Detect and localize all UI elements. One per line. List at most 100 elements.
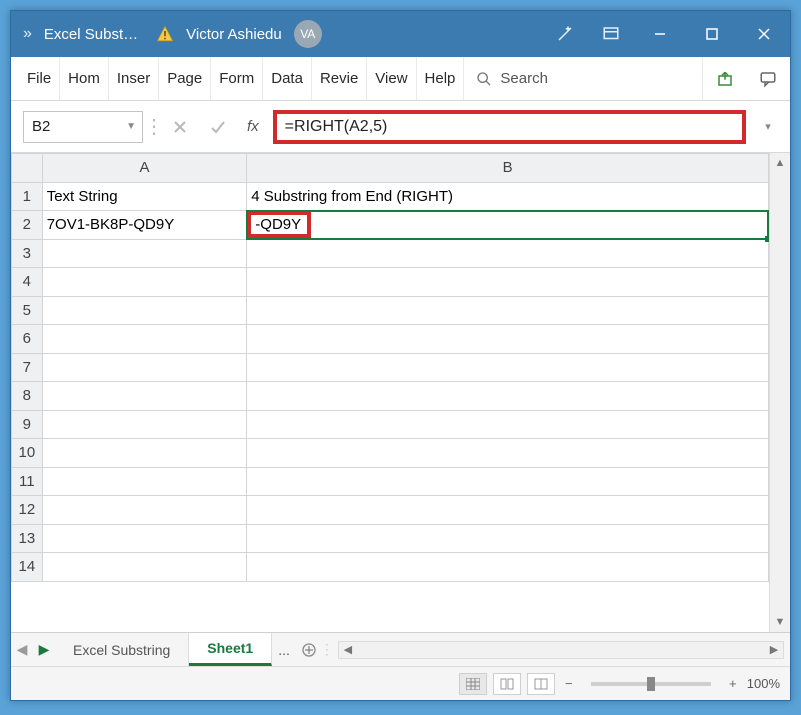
enter-formula-button[interactable] bbox=[203, 111, 233, 143]
row-header-9[interactable]: 9 bbox=[12, 410, 43, 439]
cell-b3[interactable] bbox=[247, 239, 769, 268]
scroll-left-icon[interactable]: ◀ bbox=[339, 643, 357, 656]
menu-home[interactable]: Hom bbox=[60, 57, 109, 100]
row-header-14[interactable]: 14 bbox=[12, 553, 43, 582]
cell-b11[interactable] bbox=[247, 467, 769, 496]
cell-b10[interactable] bbox=[247, 439, 769, 468]
cell-a4[interactable] bbox=[42, 268, 247, 297]
magic-icon[interactable] bbox=[542, 11, 588, 57]
name-box[interactable]: B2 ▼ bbox=[23, 111, 143, 143]
scroll-track[interactable] bbox=[770, 173, 790, 612]
select-all-corner[interactable] bbox=[12, 154, 43, 183]
row-header-10[interactable]: 10 bbox=[12, 439, 43, 468]
page-break-view-button[interactable] bbox=[527, 673, 555, 695]
menu-review[interactable]: Revie bbox=[312, 57, 367, 100]
cell-b14[interactable] bbox=[247, 553, 769, 582]
cell-a2[interactable]: 7OV1-BK8P-QD9Y bbox=[42, 211, 247, 240]
row-header-4[interactable]: 4 bbox=[12, 268, 43, 297]
tab-nav-next[interactable]: ▶ bbox=[33, 641, 55, 658]
user-name[interactable]: Victor Ashiedu bbox=[180, 26, 288, 43]
close-button[interactable] bbox=[738, 11, 790, 57]
cell-a6[interactable] bbox=[42, 325, 247, 354]
user-avatar[interactable]: VA bbox=[294, 20, 322, 48]
sheet-tab-overflow[interactable]: ... bbox=[272, 642, 296, 658]
cell-b8[interactable] bbox=[247, 382, 769, 411]
zoom-slider-thumb[interactable] bbox=[647, 677, 655, 691]
cell-a3[interactable] bbox=[42, 239, 247, 268]
row-header-7[interactable]: 7 bbox=[12, 353, 43, 382]
cell-a12[interactable] bbox=[42, 496, 247, 525]
cell-b9[interactable] bbox=[247, 410, 769, 439]
cell-b13[interactable] bbox=[247, 524, 769, 553]
cell-a13[interactable] bbox=[42, 524, 247, 553]
zoom-level[interactable]: 100% bbox=[747, 676, 780, 691]
row-header-13[interactable]: 13 bbox=[12, 524, 43, 553]
zoom-out-button[interactable]: − bbox=[561, 676, 577, 691]
tab-nav-prev[interactable]: ◀ bbox=[11, 641, 33, 658]
row-header-5[interactable]: 5 bbox=[12, 296, 43, 325]
menu-view[interactable]: View bbox=[367, 57, 416, 100]
menu-data[interactable]: Data bbox=[263, 57, 312, 100]
page-layout-view-button[interactable] bbox=[493, 673, 521, 695]
maximize-button[interactable] bbox=[686, 11, 738, 57]
normal-view-button[interactable] bbox=[459, 673, 487, 695]
zoom-in-button[interactable]: + bbox=[725, 676, 741, 691]
row-header-6[interactable]: 6 bbox=[12, 325, 43, 354]
cell-a8[interactable] bbox=[42, 382, 247, 411]
expand-formula-bar-icon[interactable]: ▾ bbox=[758, 120, 778, 133]
cell-a14[interactable] bbox=[42, 553, 247, 582]
fx-label[interactable]: fx bbox=[241, 118, 265, 135]
menu-help[interactable]: Help bbox=[417, 57, 465, 100]
cell-a10[interactable] bbox=[42, 439, 247, 468]
share-button[interactable] bbox=[702, 57, 746, 100]
row-header-2[interactable]: 2 bbox=[12, 211, 43, 240]
row-header-11[interactable]: 11 bbox=[12, 467, 43, 496]
cell-a9[interactable] bbox=[42, 410, 247, 439]
statusbar: − + 100% bbox=[11, 666, 790, 700]
cell-b6[interactable] bbox=[247, 325, 769, 354]
sheet-tab-excel-substring[interactable]: Excel Substring bbox=[55, 633, 189, 666]
column-header-a[interactable]: A bbox=[42, 154, 247, 183]
menu-page-layout[interactable]: Page bbox=[159, 57, 211, 100]
menu-file[interactable]: File bbox=[11, 57, 60, 100]
worksheet[interactable]: A B 1 Text String 4 Substring from End (… bbox=[11, 153, 769, 632]
vertical-scrollbar[interactable]: ▲ ▼ bbox=[769, 153, 790, 632]
row-header-12[interactable]: 12 bbox=[12, 496, 43, 525]
cell-b1[interactable]: 4 Substring from End (RIGHT) bbox=[247, 182, 769, 211]
cell-b2[interactable]: -QD9Y bbox=[247, 211, 769, 240]
cell-a1[interactable]: Text String bbox=[42, 182, 247, 211]
name-box-value: B2 bbox=[32, 118, 50, 135]
scroll-right-icon[interactable]: ▶ bbox=[765, 643, 783, 656]
grid-table: A B 1 Text String 4 Substring from End (… bbox=[11, 153, 769, 582]
cell-a7[interactable] bbox=[42, 353, 247, 382]
row-header-1[interactable]: 1 bbox=[12, 182, 43, 211]
cell-a11[interactable] bbox=[42, 467, 247, 496]
cancel-formula-button[interactable] bbox=[165, 111, 195, 143]
horizontal-scrollbar[interactable]: ◀ ▶ bbox=[338, 641, 784, 659]
column-header-b[interactable]: B bbox=[247, 154, 769, 183]
chevron-down-icon[interactable]: ▼ bbox=[126, 121, 136, 132]
cell-a5[interactable] bbox=[42, 296, 247, 325]
add-sheet-button[interactable] bbox=[296, 643, 322, 657]
formula-input[interactable]: =RIGHT(A2,5) bbox=[273, 110, 746, 144]
scroll-down-icon[interactable]: ▼ bbox=[770, 612, 790, 632]
scroll-up-icon[interactable]: ▲ bbox=[770, 153, 790, 173]
search-box[interactable]: Search bbox=[464, 57, 560, 100]
minimize-button[interactable] bbox=[634, 11, 686, 57]
cell-b4[interactable] bbox=[247, 268, 769, 297]
separator: ⋮ bbox=[151, 114, 157, 139]
zoom-slider[interactable] bbox=[591, 682, 711, 686]
row-header-8[interactable]: 8 bbox=[12, 382, 43, 411]
comments-button[interactable] bbox=[746, 57, 790, 100]
cell-b5[interactable] bbox=[247, 296, 769, 325]
titlebar-more-icon[interactable]: » bbox=[11, 25, 44, 43]
cell-b12[interactable] bbox=[247, 496, 769, 525]
menu-insert[interactable]: Inser bbox=[109, 57, 159, 100]
sheet-tab-sheet1[interactable]: Sheet1 bbox=[189, 633, 272, 666]
menu-formulas[interactable]: Form bbox=[211, 57, 263, 100]
cell-b2-value: -QD9Y bbox=[247, 211, 311, 238]
ribbon-options-icon[interactable] bbox=[588, 11, 634, 57]
row-header-3[interactable]: 3 bbox=[12, 239, 43, 268]
cell-b7[interactable] bbox=[247, 353, 769, 382]
fill-handle[interactable] bbox=[765, 236, 769, 242]
